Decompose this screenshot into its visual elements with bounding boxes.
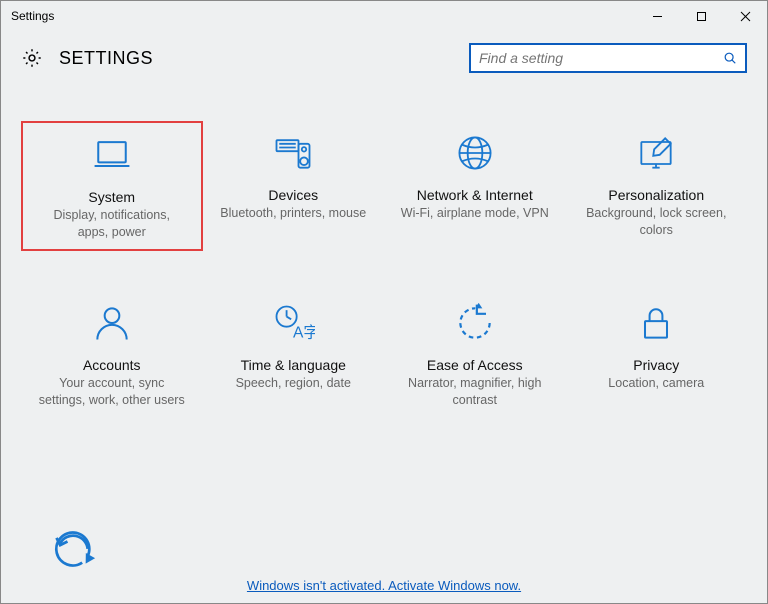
gear-icon	[21, 47, 43, 69]
tile-title: Privacy	[633, 357, 679, 373]
lock-icon	[632, 299, 680, 347]
activation-text[interactable]: Windows isn't activated. Activate Window…	[247, 578, 521, 593]
person-icon	[88, 299, 136, 347]
minimize-button[interactable]	[635, 1, 679, 31]
devices-icon	[269, 129, 317, 177]
tile-title: Time & language	[241, 357, 346, 373]
tile-desc: Speech, region, date	[236, 375, 351, 392]
title-bar: Settings	[1, 1, 767, 31]
maximize-button[interactable]	[679, 1, 723, 31]
tile-desc: Location, camera	[608, 375, 704, 392]
close-button[interactable]	[723, 1, 767, 31]
tile-title: System	[88, 189, 135, 205]
undo-icon[interactable]	[51, 525, 99, 573]
tile-desc: Your account, sync settings, work, other…	[37, 375, 187, 409]
tile-privacy[interactable]: Privacy Location, camera	[566, 291, 748, 417]
tile-desc: Background, lock screen, colors	[581, 205, 731, 239]
tile-title: Ease of Access	[427, 357, 523, 373]
tile-accounts[interactable]: Accounts Your account, sync settings, wo…	[21, 291, 203, 417]
tile-desc: Narrator, magnifier, high contrast	[400, 375, 550, 409]
window-controls	[635, 1, 767, 31]
globe-icon	[451, 129, 499, 177]
search-icon	[723, 51, 737, 65]
tile-desc: Bluetooth, printers, mouse	[220, 205, 366, 222]
tile-title: Personalization	[608, 187, 704, 203]
laptop-icon	[88, 131, 136, 179]
settings-grid: System Display, notifications, apps, pow…	[1, 81, 767, 417]
tile-ease-of-access[interactable]: Ease of Access Narrator, magnifier, high…	[384, 291, 566, 417]
tile-title: Devices	[268, 187, 318, 203]
tile-title: Accounts	[83, 357, 141, 373]
activation-link[interactable]: Windows isn't activated. Activate Window…	[1, 578, 767, 593]
time-language-icon: A字	[269, 299, 317, 347]
tile-title: Network & Internet	[417, 187, 533, 203]
page-title: SETTINGS	[59, 48, 153, 69]
tile-time-language[interactable]: A字 Time & language Speech, region, date	[203, 291, 385, 417]
tile-desc: Display, notifications, apps, power	[37, 207, 187, 241]
tile-network[interactable]: Network & Internet Wi-Fi, airplane mode,…	[384, 121, 566, 251]
personalization-icon	[632, 129, 680, 177]
window-title: Settings	[11, 9, 635, 23]
search-box[interactable]	[469, 43, 747, 73]
header: SETTINGS	[1, 31, 767, 81]
tile-devices[interactable]: Devices Bluetooth, printers, mouse	[203, 121, 385, 251]
tile-personalization[interactable]: Personalization Background, lock screen,…	[566, 121, 748, 251]
tile-desc: Wi-Fi, airplane mode, VPN	[401, 205, 549, 222]
ease-of-access-icon	[451, 299, 499, 347]
svg-text:A字: A字	[293, 323, 315, 341]
search-input[interactable]	[479, 50, 723, 66]
tile-system[interactable]: System Display, notifications, apps, pow…	[21, 121, 203, 251]
